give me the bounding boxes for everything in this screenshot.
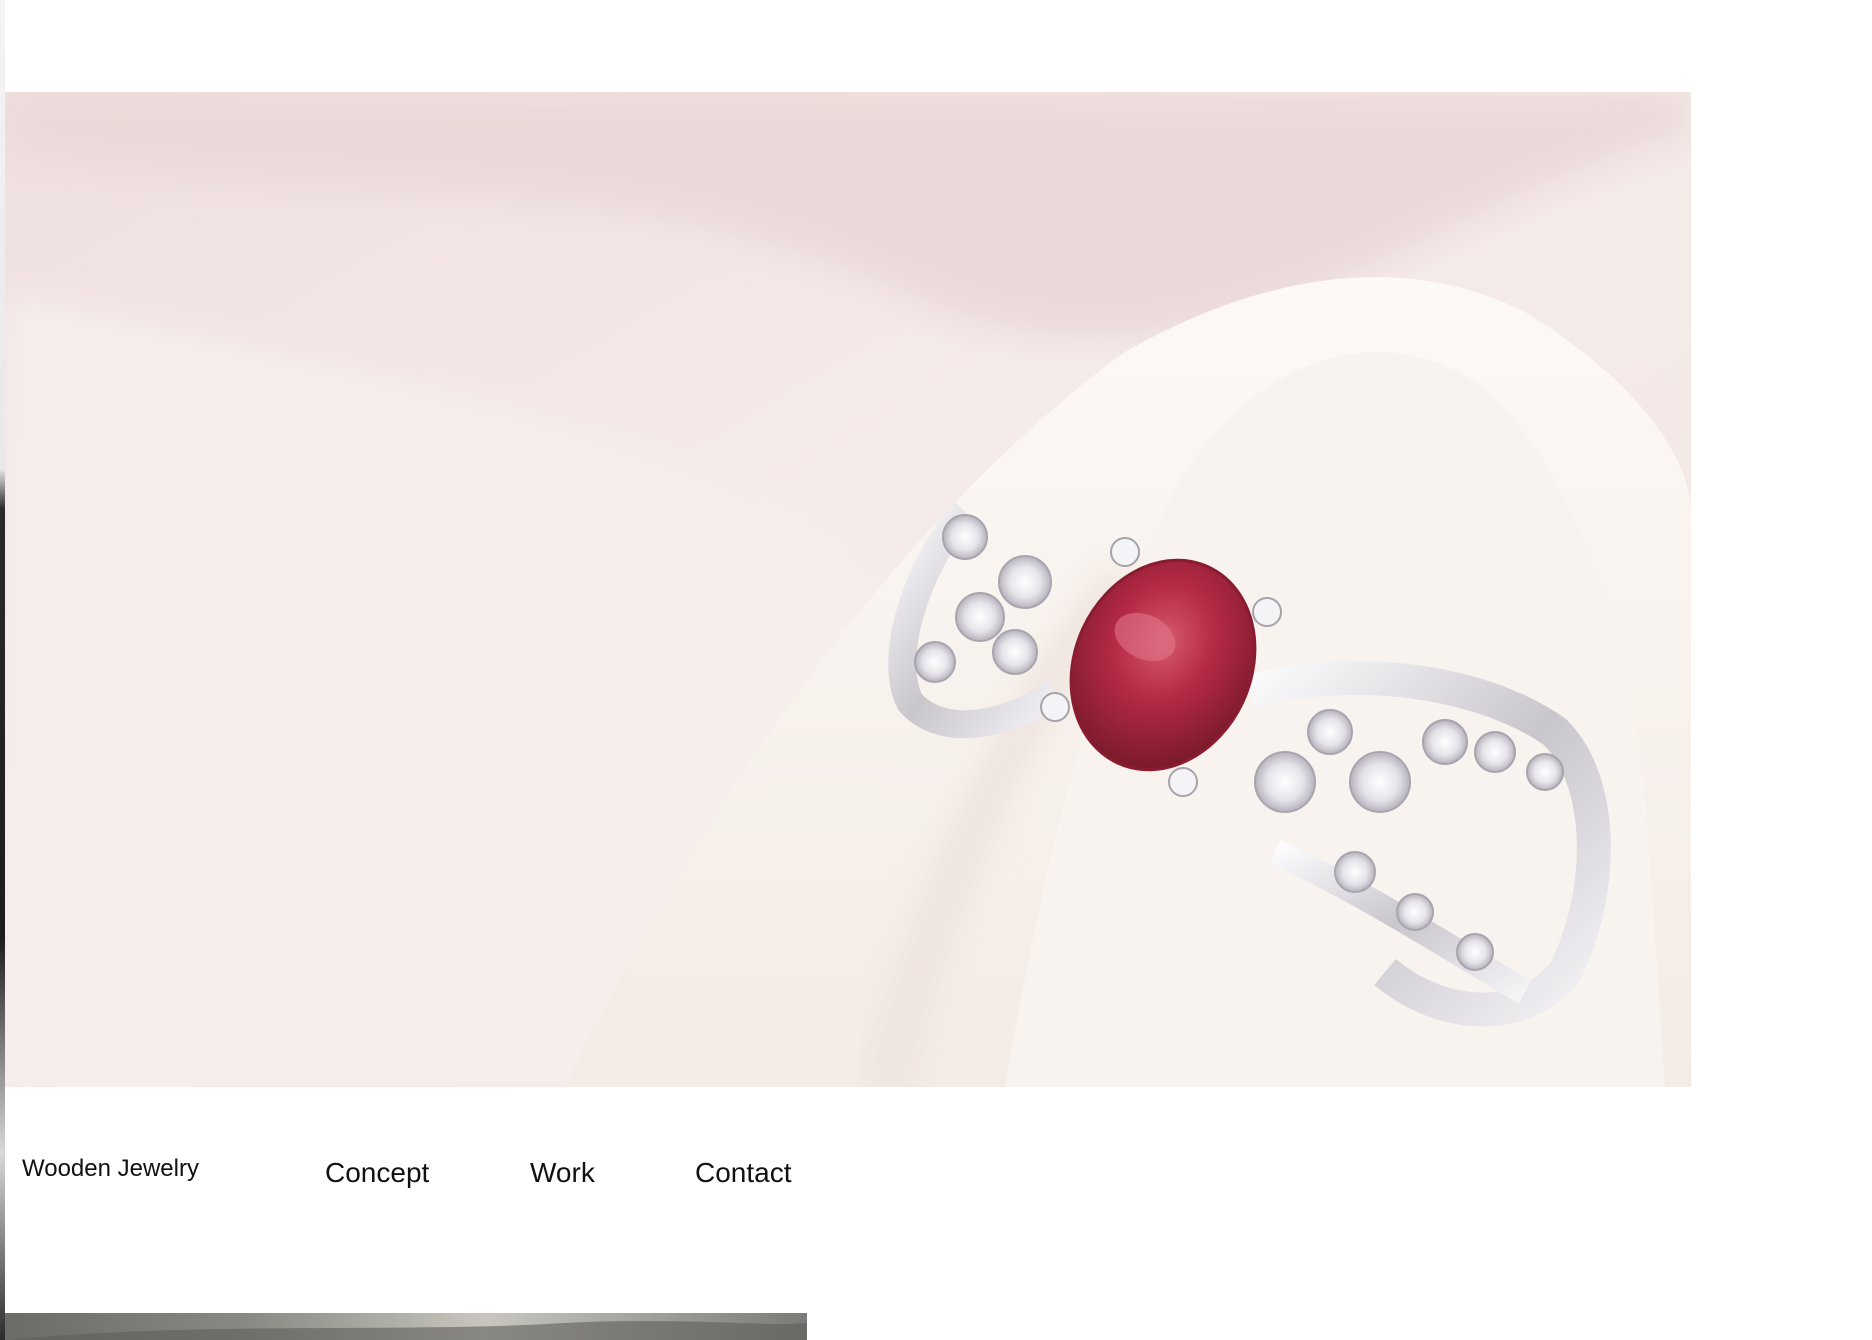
nav-link-concept[interactable]: Concept — [325, 1157, 429, 1189]
hero-image — [5, 92, 1691, 1087]
ruby-ring-photo — [5, 92, 1691, 1087]
nav-link-contact[interactable]: Contact — [695, 1157, 792, 1189]
site-nav: Wooden Jewelry Concept Work Contact — [5, 1087, 1691, 1312]
next-section-image — [5, 1313, 807, 1340]
page: Wooden Jewelry Concept Work Contact — [0, 0, 1872, 1340]
next-image-preview — [5, 1313, 807, 1340]
nav-link-work[interactable]: Work — [530, 1157, 595, 1189]
brand-logo-text[interactable]: Wooden Jewelry — [22, 1155, 199, 1183]
